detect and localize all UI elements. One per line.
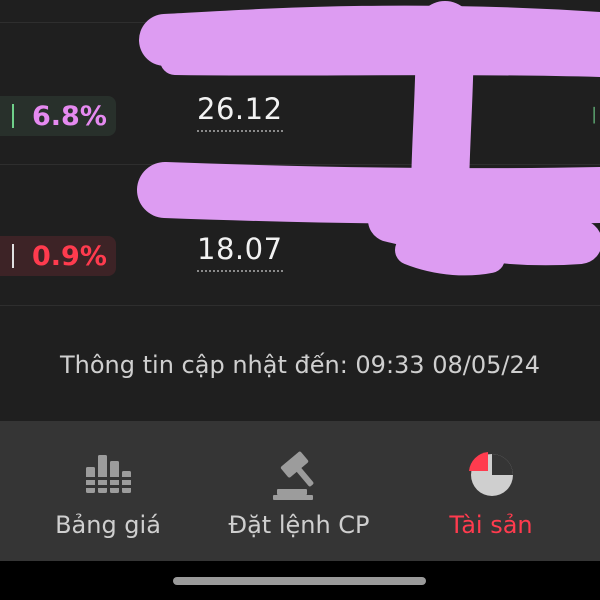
pie-chart-icon — [469, 452, 513, 496]
bar-chart-icon — [86, 455, 131, 493]
nav-tab-price-board[interactable]: Bảng giá — [8, 421, 208, 561]
change-badge-down: 0.9% — [0, 236, 116, 276]
nav-tab-label: Tài sản — [449, 511, 533, 539]
nav-tab-place-order[interactable]: Đặt lệnh CP — [199, 421, 399, 561]
row-divider — [0, 22, 600, 23]
badge-separator — [12, 104, 14, 128]
badge-separator — [12, 244, 14, 268]
stock-price: 18.07 — [197, 232, 283, 272]
nav-tab-label: Đặt lệnh CP — [228, 511, 370, 539]
gavel-icon — [273, 451, 314, 500]
stock-row[interactable] — [0, 0, 600, 22]
change-percent: 6.8% — [32, 100, 107, 132]
row-divider — [0, 164, 600, 165]
trend-mark-icon: │ — [590, 108, 599, 124]
stock-row[interactable]: 6.8% 26.12 │ — [0, 46, 600, 186]
bottom-navigation: Bảng giá Đặt lệnh CP Tài sản — [0, 421, 600, 561]
change-badge-up: 6.8% — [0, 96, 116, 136]
portfolio-screen: 6.8% 26.12 │ 0.9% 18.07 Thông tin cập nh… — [0, 0, 600, 600]
row-divider — [0, 305, 600, 306]
stock-price: 26.12 — [197, 92, 283, 132]
update-info-text: Thông tin cập nhật đến: 09:33 08/05/24 — [60, 351, 540, 379]
home-indicator[interactable] — [173, 577, 426, 585]
nav-tab-assets[interactable]: Tài sản — [391, 421, 591, 561]
change-percent: 0.9% — [32, 240, 107, 272]
system-navigation-bar — [0, 561, 600, 600]
nav-tab-label: Bảng giá — [55, 511, 161, 539]
